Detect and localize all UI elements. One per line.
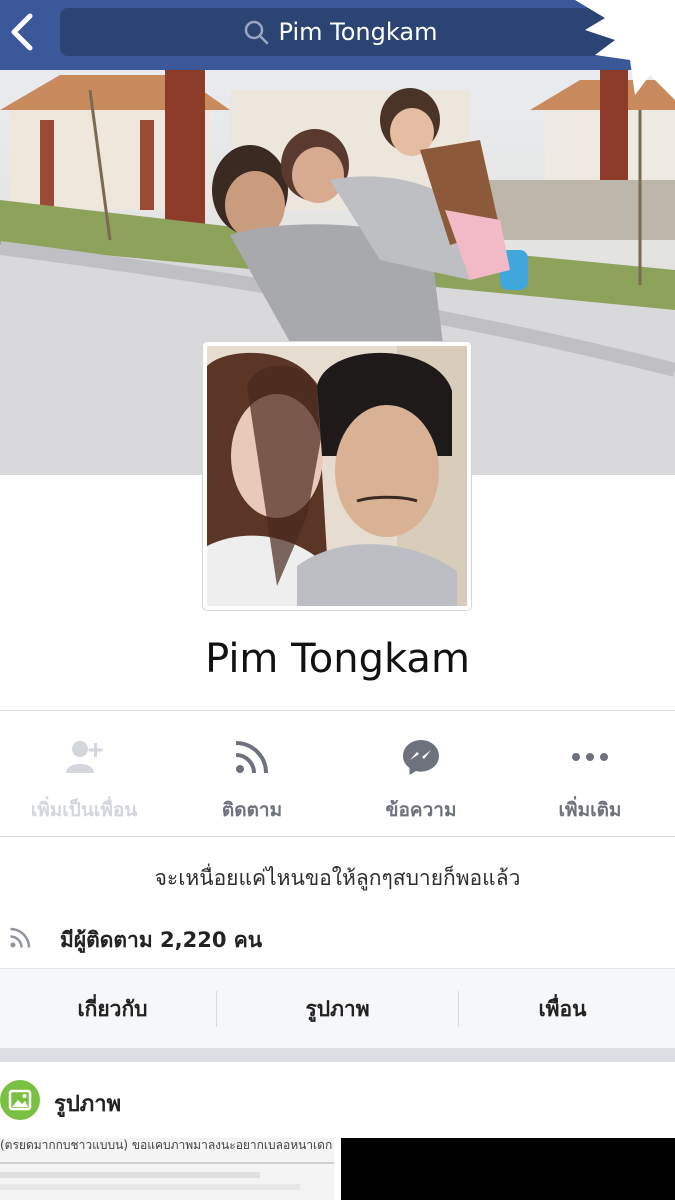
divider: [0, 836, 675, 837]
profile-name: Pim Tongkam: [205, 636, 470, 682]
message-button[interactable]: ข้อความ: [337, 711, 505, 836]
photos-section-title: รูปภาพ: [54, 1092, 122, 1117]
follow-button[interactable]: ติดตาม: [168, 711, 336, 836]
profile-tabs: เกี่ยวกับ รูปภาพ เพื่อน: [0, 968, 675, 1049]
profile-actions: เพิ่มเป็นเพื่อน ติดตาม ข้อความ เพิ่มเติม: [0, 711, 675, 836]
chevron-left-icon: [11, 13, 33, 51]
more-label: เพิ่มเติม: [558, 799, 622, 821]
thumbnail-texture: [0, 1162, 334, 1190]
corner-decoration: [575, 0, 675, 100]
profile-picture[interactable]: [203, 342, 471, 610]
photos-section-header[interactable]: รูปภาพ: [0, 1062, 675, 1138]
search-text: Pim Tongkam: [278, 18, 438, 46]
section-separator: [0, 1048, 675, 1062]
followers-row[interactable]: มีผู้ติดตาม 2,220 คน: [0, 920, 675, 960]
more-dots-icon: [572, 753, 608, 761]
add-friend-icon: [66, 741, 103, 773]
followers-count: มีผู้ติดตาม 2,220 คน: [60, 928, 263, 952]
add-friend-label: เพิ่มเป็นเพื่อน: [30, 799, 138, 821]
tab-friends[interactable]: เพื่อน: [450, 969, 675, 1049]
tab-separator: [216, 991, 217, 1027]
top-navigation-bar: Pim Tongkam: [0, 0, 675, 70]
search-field[interactable]: Pim Tongkam: [60, 8, 620, 56]
message-label: ข้อความ: [385, 799, 457, 821]
photo-thumbnail[interactable]: [341, 1138, 675, 1200]
profile-bio: จะเหนื่อยแค่ไหนขอให้ลูกๆสบายก็พอแล้ว: [154, 866, 521, 890]
profile-photo-image: [207, 346, 467, 606]
back-button[interactable]: [6, 10, 40, 54]
tab-about[interactable]: เกี่ยวกับ: [0, 969, 225, 1049]
photo-thumbnail[interactable]: (ตรยดมากกบชาวแบบน) ขอแคบภาพมาลงนะอยากเบล…: [0, 1138, 334, 1200]
tab-photos[interactable]: รูปภาพ: [225, 969, 450, 1049]
add-friend-button[interactable]: เพิ่มเป็นเพื่อน: [0, 711, 168, 836]
more-button[interactable]: เพิ่มเติม: [506, 711, 674, 836]
search-icon: [244, 20, 268, 45]
photos-icon: [0, 1080, 40, 1120]
messenger-icon: [403, 740, 439, 775]
rss-followers-icon: [10, 927, 31, 948]
follow-label: ติดตาม: [221, 799, 283, 821]
rss-follow-icon: [235, 741, 268, 774]
